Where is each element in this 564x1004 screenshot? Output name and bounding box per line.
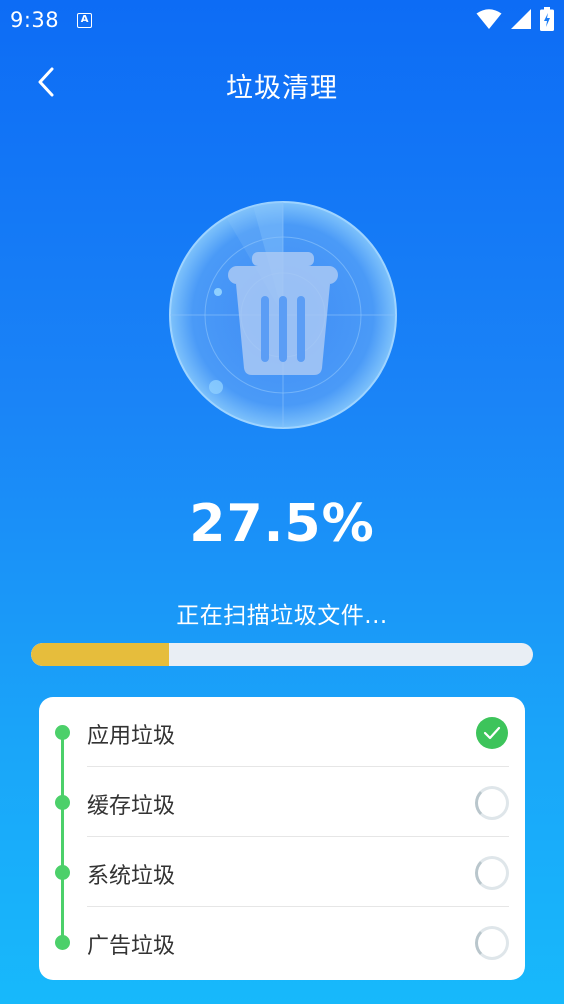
category-row-cache: 缓存垃圾 [39, 767, 525, 837]
status-scanning [475, 926, 509, 960]
scan-status-text: 正在扫描垃圾文件... [176, 603, 388, 629]
scan-progress-fill [31, 643, 170, 666]
timeline-dot [55, 935, 70, 950]
loading-spinner-icon [475, 786, 509, 820]
page-title: 垃圾清理 [226, 73, 338, 104]
category-row-ads: 广告垃圾 [39, 907, 525, 977]
accessibility-notification-icon: A [77, 12, 93, 28]
category-label: 系统垃圾 [87, 864, 176, 889]
scan-percent: 27.5% [189, 494, 375, 554]
loading-spinner-icon [475, 856, 509, 890]
status-bar: 9:38 A [0, 0, 564, 40]
status-time: 9:38 [10, 8, 60, 32]
category-row-system: 系统垃圾 [39, 837, 525, 907]
status-scanning [475, 786, 509, 820]
battery-charging-icon [540, 7, 554, 31]
timeline-dot [55, 865, 70, 880]
wifi-icon [476, 9, 502, 29]
status-done [475, 716, 509, 750]
category-label: 应用垃圾 [87, 724, 176, 749]
category-row-app: 应用垃圾 [39, 697, 525, 767]
scan-progress-bar [31, 643, 533, 666]
scan-category-card: 应用垃圾 缓存垃圾 系统垃圾 广告垃圾 [39, 697, 525, 980]
category-label: 缓存垃圾 [87, 794, 176, 819]
timeline-dot [55, 795, 70, 810]
app-bar: 垃圾清理 [0, 50, 564, 114]
loading-spinner-icon [475, 926, 509, 960]
check-icon [476, 717, 508, 749]
radar-scan-graphic [169, 201, 397, 429]
timeline-dot [55, 725, 70, 740]
category-label: 广告垃圾 [87, 934, 176, 959]
status-scanning [475, 856, 509, 890]
signal-icon [511, 9, 531, 29]
